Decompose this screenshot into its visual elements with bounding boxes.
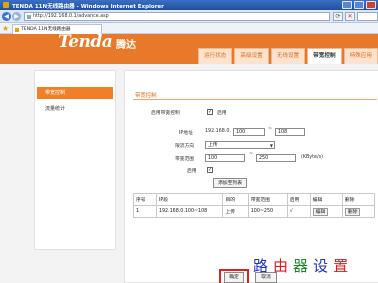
tenda-logo-cn: 腾达 xyxy=(116,40,136,51)
col-direction: 目的 xyxy=(222,193,249,206)
ip-end-input[interactable]: 108 xyxy=(275,128,305,136)
close-button[interactable] xyxy=(366,1,376,9)
watermark-char: 路 xyxy=(253,257,274,275)
rule-enable-label: 启用 xyxy=(187,169,197,174)
router-admin-page: Tenda 腾达 运行状态 高级设置 无线设置 带宽控制 特殊应用 带宽控制 流… xyxy=(0,34,378,283)
enable-bandwidth-checkbox[interactable]: ✓ xyxy=(207,109,213,115)
tab-advanced[interactable]: 高级设置 xyxy=(234,48,269,64)
sidebar-item-bandwidth[interactable]: 带宽控制 xyxy=(37,87,113,99)
window-title-bar: TENDA 11N无线路由器 - Windows Internet Explor… xyxy=(0,0,378,10)
watermark-char: 置 xyxy=(333,257,354,275)
search-input[interactable] xyxy=(357,12,378,21)
ip-range-separator: ~ xyxy=(268,127,273,132)
bandwidth-max-input[interactable]: 250 xyxy=(256,154,296,162)
enable-bandwidth-label: 启用带宽控制 xyxy=(151,111,180,116)
sidebar: 带宽控制 流量统计 xyxy=(34,70,116,250)
watermark-char: 由 xyxy=(273,257,294,275)
main-nav: 运行状态 高级设置 无线设置 带宽控制 特殊应用 xyxy=(198,48,378,64)
tab-bandwidth[interactable]: 带宽控制 xyxy=(307,48,342,64)
rule-enable-checkbox[interactable]: ✓ xyxy=(207,167,213,173)
ip-label: IP地址 xyxy=(179,131,193,136)
chevron-down-icon: ▼ xyxy=(269,143,273,148)
stop-icon[interactable]: ✕ xyxy=(345,12,355,21)
bandwidth-rules-table: 序号 IP段 目的 带宽范围 启用 编辑 删除 1 192.168.0.100~… xyxy=(133,193,376,218)
section-title: 带宽控制 xyxy=(135,93,157,99)
cell-bandwidth: 100~250 xyxy=(247,205,288,218)
bandwidth-unit: (KByte/s) xyxy=(301,155,323,160)
forward-arrow-icon[interactable]: ▶ xyxy=(12,12,21,21)
delete-row-button[interactable]: 删除 xyxy=(344,207,361,216)
refresh-icon[interactable]: ⟳ xyxy=(333,12,343,21)
ie-app-icon xyxy=(3,2,9,8)
cell-edit: 编辑 xyxy=(309,205,343,218)
col-ip-range: IP段 xyxy=(155,193,224,206)
direction-label: 限流方向 xyxy=(175,144,195,149)
content-panel: 带宽控制 启用带宽控制 ✓ 启用 IP地址 192.168.0. 100 ~ 1… xyxy=(124,70,378,283)
col-delete: 删除 xyxy=(341,193,376,206)
page-icon xyxy=(27,15,31,19)
cell-direction: 上传 xyxy=(222,205,249,218)
favorites-bar: ★ TENDA 11N无线路由器 xyxy=(0,23,378,34)
bandwidth-min-input[interactable]: 100 xyxy=(205,154,245,162)
col-index: 序号 xyxy=(133,193,157,206)
minimize-button[interactable] xyxy=(342,1,352,9)
ok-button[interactable]: 确定 xyxy=(224,272,244,283)
watermark-char: 器 xyxy=(293,257,314,275)
direction-select[interactable]: 上传 ▼ xyxy=(205,141,275,149)
address-bar[interactable]: http://192.168.0.1/advance.asp xyxy=(24,12,330,21)
page-header: Tenda 腾达 运行状态 高级设置 无线设置 带宽控制 特殊应用 xyxy=(0,34,378,64)
tab-status[interactable]: 运行状态 xyxy=(198,48,233,64)
maximize-button[interactable] xyxy=(354,1,364,9)
tab-favicon xyxy=(15,28,19,32)
col-edit: 编辑 xyxy=(309,193,343,206)
address-toolbar: ◀ ▶ http://192.168.0.1/advance.asp ⟳ ✕ xyxy=(0,10,378,23)
sidebar-item-traffic-stats[interactable]: 流量统计 xyxy=(37,103,113,115)
cell-delete: 删除 xyxy=(341,205,376,218)
watermark: 路由器设置 xyxy=(253,255,353,276)
tab-special-apps[interactable]: 特殊应用 xyxy=(343,48,378,64)
edit-row-button[interactable]: 编辑 xyxy=(312,207,329,216)
watermark-char: 设 xyxy=(313,257,334,275)
tenda-logo: Tenda xyxy=(58,32,113,52)
bandwidth-separator: ~ xyxy=(249,152,254,157)
favorites-star-icon[interactable]: ★ xyxy=(2,24,9,33)
tab-wireless[interactable]: 无线设置 xyxy=(270,48,306,64)
ip-start-input[interactable]: 100 xyxy=(233,128,265,136)
table-header-row: 序号 IP段 目的 带宽范围 启用 编辑 删除 xyxy=(133,193,376,206)
cell-ip-range: 192.168.0.100~108 xyxy=(155,205,224,218)
cell-index: 1 xyxy=(133,205,157,218)
enable-text: 启用 xyxy=(217,111,227,116)
table-row: 1 192.168.0.100~108 上传 100~250 √ 编辑 删除 xyxy=(133,205,376,218)
col-enabled: 启用 xyxy=(286,193,311,206)
address-url: http://192.168.0.1/advance.asp xyxy=(33,14,109,19)
col-bandwidth: 带宽范围 xyxy=(247,193,288,206)
cell-enabled: √ xyxy=(286,205,311,218)
back-arrow-icon[interactable]: ◀ xyxy=(2,12,11,21)
direction-value: 上传 xyxy=(208,143,218,148)
bandwidth-label: 带宽范围 xyxy=(175,157,195,162)
add-to-list-button[interactable]: 添加至列表 xyxy=(213,178,247,188)
section-divider xyxy=(133,99,377,100)
ip-prefix: 192.168.0. xyxy=(205,129,231,134)
